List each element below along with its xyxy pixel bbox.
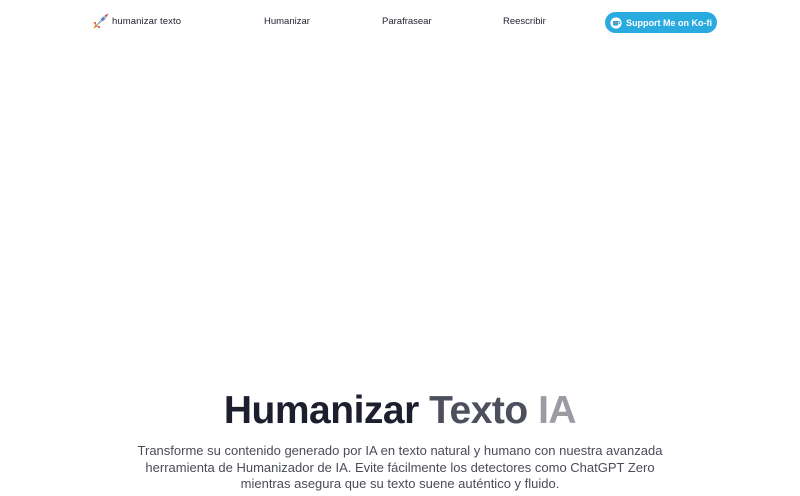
nav-link-humanizar[interactable]: Humanizar xyxy=(264,16,310,28)
rocket-icon xyxy=(90,12,110,32)
hero-title-part-1: Humanizar xyxy=(223,389,419,432)
brand-name: humanizar texto xyxy=(112,16,182,27)
hero-title-part-3: IA xyxy=(538,389,577,432)
support-kofi-button[interactable]: Support Me on Ko-fi xyxy=(605,12,717,33)
kofi-cup-icon xyxy=(610,16,622,29)
support-button-label: Support Me on Ko-fi xyxy=(626,17,712,28)
brand-logo-link[interactable]: humanizar texto xyxy=(90,12,181,32)
nav-link-reescribir[interactable]: Reescribir xyxy=(503,16,546,28)
hero-description: Transforme su contenido generado por IA … xyxy=(137,443,663,491)
nav-link-parafrasear[interactable]: Parafrasear xyxy=(382,16,432,28)
hero-title: Humanizar Texto IA xyxy=(0,388,800,434)
hero-title-part-2: Texto xyxy=(429,389,528,432)
top-nav: humanizar texto Humanizar Parafrasear Re… xyxy=(0,0,800,44)
